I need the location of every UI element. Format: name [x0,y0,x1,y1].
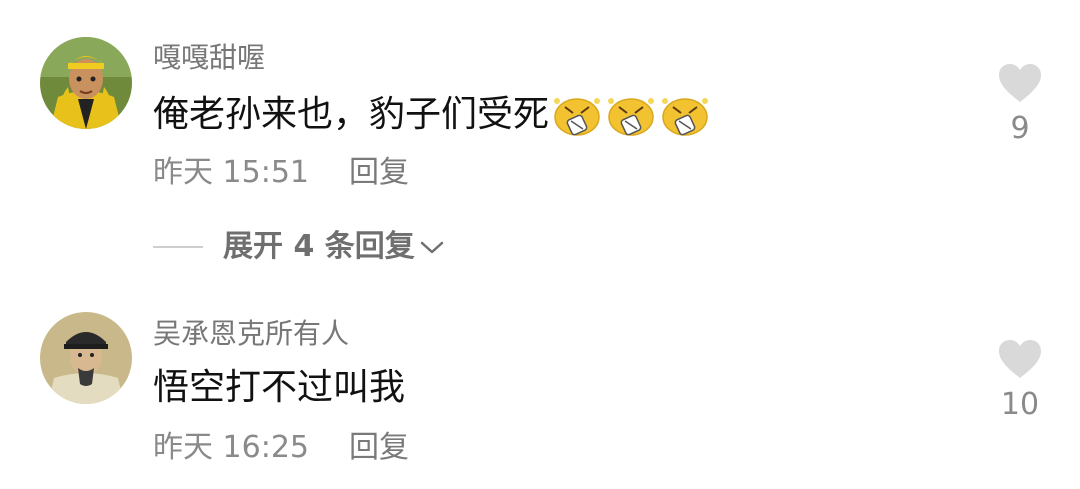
avatar[interactable] [40,312,132,404]
comment-item: 吴承恩克所有人 悟空打不过叫我 昨天 16:25 回复 10 [0,300,1080,489]
comment-time: 昨天 16:25 [153,430,309,465]
like-button[interactable]: 9 [980,62,1060,144]
avatar-scholar-image [40,312,132,404]
comment-text-body: 俺老孙来也，豹子们受死 [153,94,550,135]
comment-text-body: 悟空打不过叫我 [153,367,406,408]
heart-icon [999,340,1041,378]
reply-button[interactable]: 回复 [349,158,409,188]
avatar[interactable] [40,37,132,129]
shocked-face-icon [662,98,709,136]
comment-text: 悟空打不过叫我 [153,370,405,406]
emoji-group [551,93,713,137]
comment-meta: 昨天 16:25 回复 [153,433,409,463]
comment-item: 嘎嘎甜喔 俺老孙来也，豹子们受死 昨天 15:51 回复 9 [0,0,1080,230]
comment-username[interactable]: 嘎嘎甜喔 [153,44,265,72]
comment-meta: 昨天 15:51 回复 [153,158,409,188]
like-count: 10 [1000,387,1040,422]
divider-line [153,246,203,248]
expand-replies-button[interactable]: 展开 4 条回复 [153,232,445,262]
reply-button[interactable]: 回复 [349,433,409,463]
like-count: 9 [1010,111,1030,146]
comment-text: 俺老孙来也，豹子们受死 [153,93,713,137]
shocked-face-icon [608,98,655,136]
like-button[interactable]: 10 [980,338,1060,420]
avatar-monkey-king-image [40,37,132,129]
heart-icon [999,64,1041,102]
comment-username[interactable]: 吴承恩克所有人 [153,320,349,348]
shocked-face-icon [554,98,601,136]
chevron-down-icon [420,241,444,254]
comment-time: 昨天 15:51 [153,155,309,190]
expand-replies-label: 展开 4 条回复 [223,229,415,264]
